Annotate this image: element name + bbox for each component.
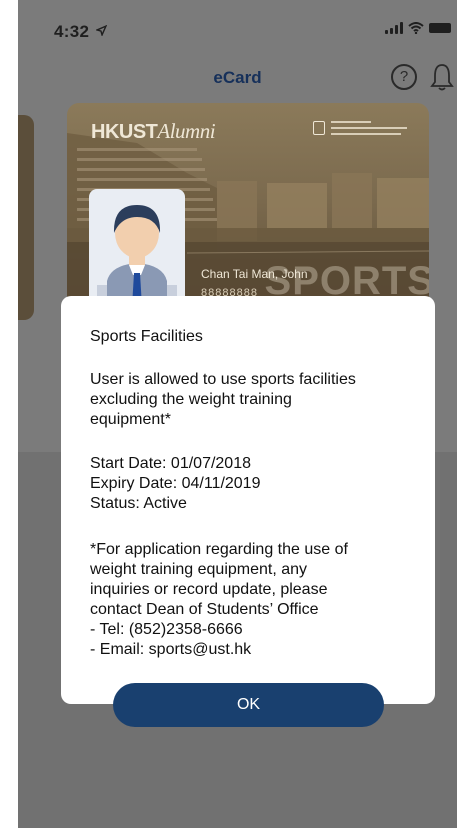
profile-avatar <box>89 189 185 313</box>
membership-details: Start Date: 01/07/2018 Expiry Date: 04/1… <box>90 454 410 514</box>
sports-facilities-dialog: Sports Facilities User is allowed to use… <box>61 296 435 704</box>
bell-icon[interactable] <box>430 62 454 92</box>
status-icons <box>385 22 451 34</box>
membership-status: Status: Active <box>90 495 187 512</box>
note-line: *For application regarding the use of <box>90 541 348 558</box>
expiry-date: Expiry Date: 04/11/2019 <box>90 475 261 492</box>
contact-email: - Email: sports@ust.hk <box>90 641 252 658</box>
cellular-signal-icon <box>385 22 403 34</box>
battery-icon <box>429 23 451 33</box>
dialog-description-line: User is allowed to use sports facilities <box>90 371 356 388</box>
contact-phone: - Tel: (852)2358-6666 <box>90 621 243 638</box>
wifi-icon <box>408 22 424 34</box>
help-icon[interactable]: ? <box>391 64 417 90</box>
note-line: weight training equipment, any <box>90 561 308 578</box>
dialog-note: *For application regarding the use of we… <box>90 540 410 660</box>
dialog-description: User is allowed to use sports facilities… <box>90 370 410 430</box>
ecard[interactable]: HKUSTAlumni Chan Tai Man, John 88888888 … <box>67 103 429 313</box>
university-logo <box>313 119 409 141</box>
note-line: contact Dean of Students’ Office <box>90 601 319 618</box>
dialog-description-line: excluding the weight training <box>90 391 292 408</box>
dialog-description-line: equipment* <box>90 411 171 428</box>
note-line: inquiries or record update, please <box>90 581 328 598</box>
dialog-title: Sports Facilities <box>90 328 203 345</box>
status-time: 4:32 <box>54 22 108 42</box>
avatar-icon <box>97 205 177 313</box>
ok-button[interactable]: OK <box>113 683 384 727</box>
card-brand: HKUSTAlumni <box>91 119 216 143</box>
location-arrow-icon <box>95 24 108 38</box>
previous-card-edge[interactable] <box>18 115 34 320</box>
university-crest-icon <box>313 121 325 135</box>
start-date: Start Date: 01/07/2018 <box>90 455 251 472</box>
